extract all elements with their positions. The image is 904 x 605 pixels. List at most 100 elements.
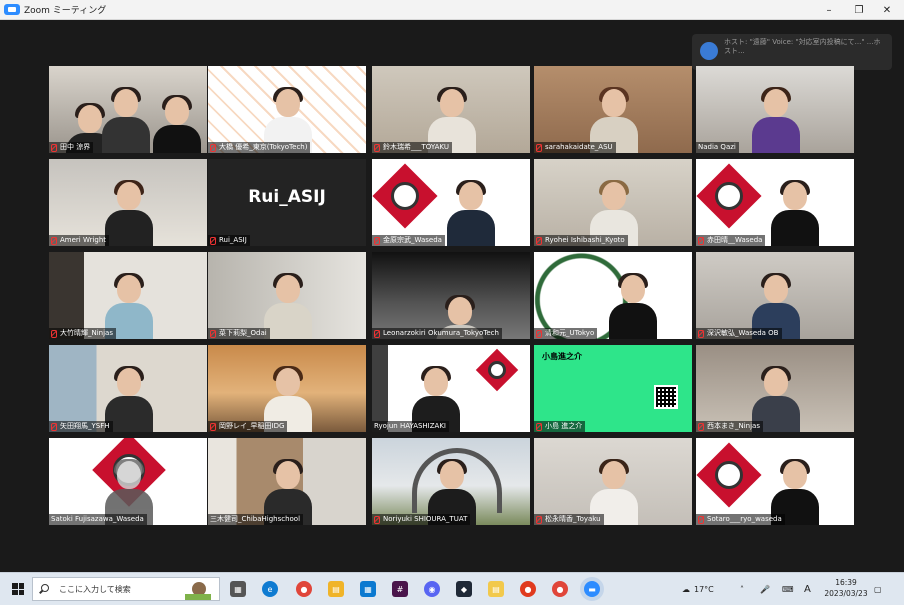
mic-muted-icon [374, 515, 380, 524]
search-placeholder: ここに入力して検索 [59, 585, 131, 594]
close-button[interactable]: ✕ [872, 0, 902, 20]
file-explorer-icon[interactable]: ▤ [328, 581, 344, 597]
participant-tile[interactable]: Ryojun HAYASHIZAKI [372, 345, 530, 432]
slack-icon[interactable]: # [392, 581, 408, 597]
participant-tile-active-speaker[interactable]: 大橋 優希_東京(TokyoTech) [208, 66, 366, 153]
participant-tile[interactable]: 菜下莉梨_Odai [208, 252, 366, 339]
maximize-button[interactable]: ❐ [844, 0, 874, 20]
taskbar-search-box[interactable]: ここに入力して検索 [32, 577, 220, 601]
mic-muted-icon [536, 236, 542, 245]
participant-tile[interactable]: 三木健司_ChibaHighschool [208, 438, 366, 525]
avatar [700, 42, 718, 60]
mic-muted-icon [210, 329, 216, 338]
mic-muted-icon [536, 422, 542, 431]
discord-icon[interactable]: ◉ [424, 581, 440, 597]
mic-muted-icon [536, 515, 542, 524]
participant-name: Leonarzokiri Okumura_TokyoTech [372, 328, 502, 339]
chevron-up-icon[interactable]: ˄ [740, 573, 744, 605]
participant-tile[interactable]: 深沢敏弘_Waseda OB [696, 252, 854, 339]
participant-tile[interactable]: Leonarzokiri Okumura_TokyoTech [372, 252, 530, 339]
participant-tile[interactable]: 金原宗武_Waseda [372, 159, 530, 246]
mic-muted-icon [374, 329, 380, 338]
participant-name: 清和元_UTokyo [534, 328, 598, 339]
participant-tile[interactable]: 岡野レイ_早稲田IDG [208, 345, 366, 432]
participant-tile[interactable]: 赤田晴__Waseda [696, 159, 854, 246]
gallery-view: ホスト: "遠藤" Voice: "対応室内投稿にて..." ...ホスト...… [0, 20, 904, 572]
ime-indicator[interactable]: A [804, 573, 811, 605]
participant-name: Nadia Qazi [696, 142, 739, 153]
notification-text: ホスト: "遠藤" Voice: "対応室内投稿にて..." ...ホスト... [724, 38, 881, 55]
mic-muted-icon [698, 329, 704, 338]
mic-muted-icon [374, 143, 380, 152]
microphone-icon[interactable]: 🎤 [760, 573, 770, 605]
zoom-logo-icon [4, 4, 20, 15]
participant-name: Ameri Wright [49, 235, 110, 246]
weather-widget[interactable]: ☁ 17°C [682, 573, 714, 605]
cloud-icon: ☁ [682, 584, 690, 594]
notification-center-icon[interactable]: ▢ [874, 573, 882, 605]
windows-start-icon[interactable] [12, 583, 24, 595]
participant-tile[interactable]: 鈴木瑞希___TOYAKU [372, 66, 530, 153]
participant-display-name: Rui_ASIJ [248, 187, 326, 207]
participant-tile[interactable]: Noriyuki SHIOURA_TUAT [372, 438, 530, 525]
mic-muted-icon [536, 329, 542, 338]
participant-tile[interactable]: Ryohei Ishibashi_Kyoto [534, 159, 692, 246]
qr-code-icon [654, 385, 678, 409]
participant-name: 西本まき_Ninjas [696, 421, 763, 432]
participant-tile[interactable]: Sotaro___ryo_waseda [696, 438, 854, 525]
keyboard-icon[interactable]: ⌨ [782, 573, 794, 605]
mic-muted-icon [210, 422, 216, 431]
participant-name: Ryohei Ishibashi_Kyoto [534, 235, 628, 246]
participant-tile[interactable]: 清和元_UTokyo [534, 252, 692, 339]
participant-tile[interactable]: Nadia Qazi [696, 66, 854, 153]
participant-name: 深沢敏弘_Waseda OB [696, 328, 782, 339]
participant-tile[interactable]: 小島進之介 小島 進之介 [534, 345, 692, 432]
mic-muted-icon [51, 236, 57, 245]
participant-name: 菜下莉梨_Odai [208, 328, 270, 339]
gem-logo-icon [696, 163, 762, 229]
zoom-app-icon[interactable]: ▬ [584, 581, 600, 597]
participant-name: 矢田翔馬_YSFH [49, 421, 113, 432]
minimize-button[interactable]: – [814, 0, 844, 20]
mic-muted-icon [374, 236, 380, 245]
participant-name: 田中 涼界 [49, 142, 94, 153]
participant-name: 岡野レイ_早稲田IDG [208, 421, 288, 432]
participant-tile[interactable]: 松永晴香_Toyaku [534, 438, 692, 525]
participant-name: sarahakaidate_ASU [534, 142, 616, 153]
task-view-icon[interactable]: ▦ [230, 581, 246, 597]
participant-tile[interactable]: Satoki Fujisazawa_Waseda [49, 438, 207, 525]
mic-muted-icon [210, 236, 216, 245]
participant-tile[interactable]: Rui_ASIJ Rui_ASIJ [208, 159, 366, 246]
gem-logo-icon [372, 163, 438, 229]
participant-name: Sotaro___ryo_waseda [696, 514, 785, 525]
participant-tile[interactable]: 矢田翔馬_YSFH [49, 345, 207, 432]
participant-name: 松永晴香_Toyaku [534, 514, 604, 525]
participant-name: Satoki Fujisazawa_Waseda [49, 514, 147, 525]
mic-muted-icon [698, 236, 704, 245]
participant-tile[interactable]: 田中 涼界 [49, 66, 207, 153]
mic-muted-icon [536, 143, 542, 152]
edge-icon[interactable]: e [262, 581, 278, 597]
participant-tile[interactable]: sarahakaidate_ASU [534, 66, 692, 153]
chrome-icon[interactable]: ● [552, 581, 568, 597]
mic-muted-icon [51, 143, 57, 152]
mic-muted-icon [698, 515, 704, 524]
participant-name: Noriyuki SHIOURA_TUAT [372, 514, 471, 525]
app-red-icon[interactable]: ● [520, 581, 536, 597]
participant-tile[interactable]: 大竹晴輝_Ninjas [49, 252, 207, 339]
trello-icon[interactable]: ▦ [360, 581, 376, 597]
window-title: Zoom ミーティング [24, 6, 107, 16]
profile-card-title: 小島進之介 [542, 352, 582, 361]
clock-date: 2023/03/23 [824, 589, 868, 598]
mic-muted-icon [51, 422, 57, 431]
window-titlebar: Zoom ミーティング – ❐ ✕ [0, 0, 904, 20]
participant-tile[interactable]: Ameri Wright [49, 159, 207, 246]
search-icon [41, 584, 49, 592]
participant-name: 小島 進之介 [534, 421, 586, 432]
taskbar-clock[interactable]: 16:39 2023/03/23 [822, 577, 870, 599]
participant-tile[interactable]: 西本まき_Ninjas [696, 345, 854, 432]
chrome-icon[interactable]: ● [296, 581, 312, 597]
app-icon[interactable]: ◆ [456, 581, 472, 597]
chat-notification[interactable]: ホスト: "遠藤" Voice: "対応室内投稿にて..." ...ホスト... [692, 34, 892, 70]
notes-icon[interactable]: ▤ [488, 581, 504, 597]
